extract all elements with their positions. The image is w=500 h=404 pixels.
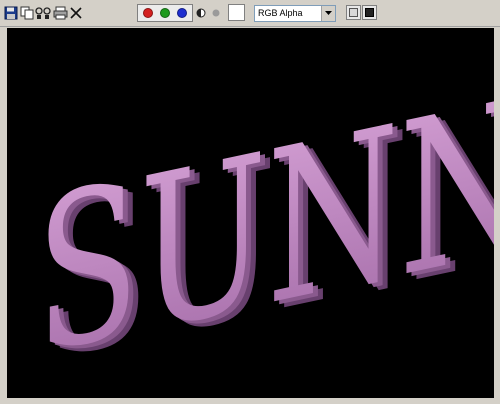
blue-channel-toggle[interactable]: [177, 8, 187, 18]
window-icon: [349, 8, 358, 17]
floppy-disk-icon: [4, 6, 18, 20]
channel-toggle-group: [137, 4, 193, 22]
save-image-button[interactable]: [3, 5, 19, 21]
rendered-frame-window: RGB Alpha SUNNY SUNNY SUNNY: [0, 0, 500, 404]
half-circle-icon: [196, 8, 206, 18]
close-icon: [70, 7, 82, 19]
render-viewport[interactable]: SUNNY SUNNY SUNNY: [7, 28, 494, 398]
copy-icon: [20, 6, 34, 20]
clone-window-button[interactable]: [35, 5, 51, 21]
rendered-3d-text: SUNNY SUNNY SUNNY: [36, 31, 494, 398]
copy-image-button[interactable]: [19, 5, 35, 21]
gray-dot-icon: [212, 9, 220, 17]
display-mode-normal-button[interactable]: [346, 5, 361, 20]
display-mode-dark-button[interactable]: [362, 5, 377, 20]
extruded-text-sunny: SUNNY SUNNY SUNNY: [36, 31, 494, 398]
printer-icon: [53, 6, 67, 20]
green-channel-toggle[interactable]: [160, 8, 170, 18]
text-face: SUNNY: [36, 31, 494, 398]
dark-window-icon: [365, 8, 374, 17]
alpha-channel-button[interactable]: [193, 5, 209, 21]
clear-image-button[interactable]: [68, 5, 84, 21]
chevron-down-icon: [321, 6, 335, 21]
red-channel-toggle[interactable]: [143, 8, 153, 18]
monochrome-button[interactable]: [208, 5, 224, 21]
channel-select-value: RGB Alpha: [258, 8, 303, 18]
color-swatch[interactable]: [228, 4, 245, 21]
clone-icon: [35, 7, 51, 19]
bottom-edge: [0, 398, 500, 404]
channel-select[interactable]: RGB Alpha: [254, 5, 336, 22]
print-image-button[interactable]: [52, 5, 68, 21]
toolbar: RGB Alpha: [0, 0, 500, 27]
